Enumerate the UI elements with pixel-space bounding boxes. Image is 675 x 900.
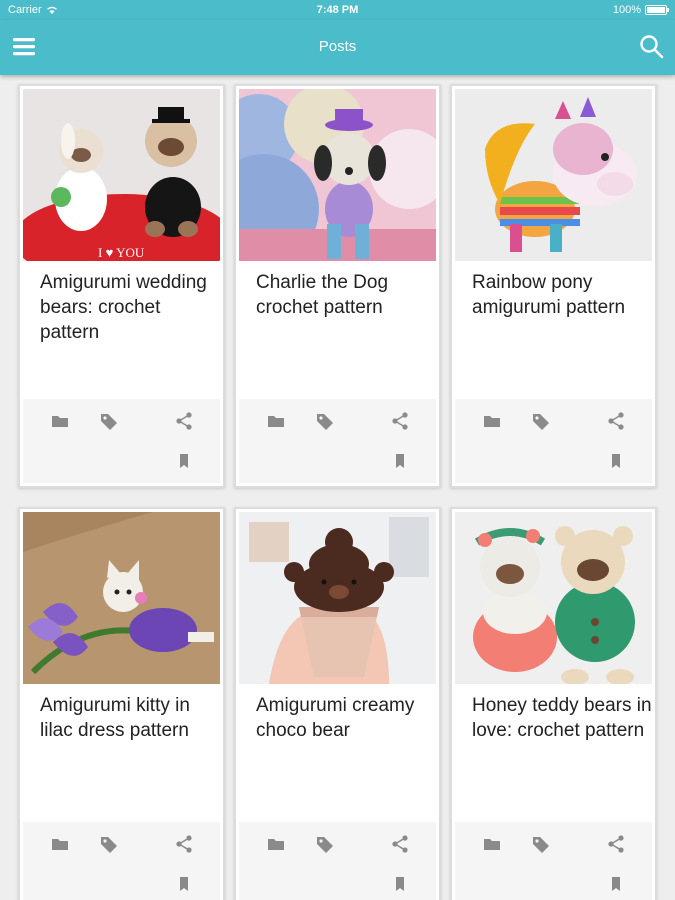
search-button[interactable] bbox=[637, 32, 667, 62]
post-title[interactable]: Rainbow pony amigurumi pattern bbox=[472, 270, 652, 320]
app-bar: Posts bbox=[0, 20, 675, 75]
card-actions bbox=[23, 399, 220, 483]
post-card[interactable]: Charlie the Dog crochet pattern bbox=[234, 84, 441, 488]
bookmark-icon[interactable] bbox=[174, 874, 194, 894]
post-title[interactable]: Amigurumi kitty in lilac dress pattern bbox=[40, 693, 220, 743]
status-bar: Carrier 7:48 PM 100% bbox=[0, 0, 675, 20]
card-actions bbox=[455, 399, 652, 483]
post-image-choco-bear[interactable] bbox=[239, 512, 436, 684]
page-title: Posts bbox=[318, 38, 357, 55]
bookmark-icon[interactable] bbox=[174, 451, 194, 471]
card-actions bbox=[239, 399, 436, 483]
share-icon[interactable] bbox=[606, 411, 626, 431]
card-actions bbox=[23, 822, 220, 900]
post-title[interactable]: Charlie the Dog crochet pattern bbox=[256, 270, 436, 320]
card-actions bbox=[455, 822, 652, 900]
bookmark-icon[interactable] bbox=[390, 451, 410, 471]
bookmark-icon[interactable] bbox=[606, 451, 626, 471]
share-icon[interactable] bbox=[390, 834, 410, 854]
share-icon[interactable] bbox=[390, 411, 410, 431]
post-card[interactable]: Honey teddy bears in love: crochet patte… bbox=[450, 507, 657, 900]
post-card[interactable]: I ♥ YOU Amigurumi wedding bears: crochet… bbox=[18, 84, 225, 488]
folder-icon[interactable] bbox=[50, 834, 70, 854]
post-image-honey-teddy-bears[interactable] bbox=[455, 512, 652, 684]
tag-icon[interactable] bbox=[99, 411, 119, 431]
share-icon[interactable] bbox=[174, 411, 194, 431]
folder-icon[interactable] bbox=[266, 411, 286, 431]
card-actions bbox=[239, 822, 436, 900]
post-card[interactable]: Amigurumi creamy choco bear bbox=[234, 507, 441, 900]
share-icon[interactable] bbox=[174, 834, 194, 854]
post-title[interactable]: Amigurumi wedding bears: crochet pattern bbox=[40, 270, 220, 345]
battery-icon bbox=[645, 5, 669, 15]
tag-icon[interactable] bbox=[531, 834, 551, 854]
folder-icon[interactable] bbox=[266, 834, 286, 854]
tag-icon[interactable] bbox=[531, 411, 551, 431]
post-title[interactable]: Honey teddy bears in love: crochet patte… bbox=[472, 693, 652, 743]
post-image-crochet-dog[interactable] bbox=[239, 89, 436, 261]
post-image-kitty-lilac-dress[interactable] bbox=[23, 512, 220, 684]
bookmark-icon[interactable] bbox=[390, 874, 410, 894]
post-card[interactable]: Amigurumi kitty in lilac dress pattern bbox=[18, 507, 225, 900]
tag-icon[interactable] bbox=[315, 411, 335, 431]
post-image-rainbow-pony[interactable] bbox=[455, 89, 652, 261]
post-title[interactable]: Amigurumi creamy choco bear bbox=[256, 693, 436, 743]
bookmark-icon[interactable] bbox=[606, 874, 626, 894]
svg-text:I ♥ YOU: I ♥ YOU bbox=[98, 245, 145, 260]
status-time: 7:48 PM bbox=[316, 4, 359, 16]
post-image-wedding-bears[interactable]: I ♥ YOU bbox=[23, 89, 220, 261]
battery-percent: 100% bbox=[612, 4, 641, 16]
status-battery: 100% bbox=[612, 4, 669, 16]
folder-icon[interactable] bbox=[50, 411, 70, 431]
share-icon[interactable] bbox=[606, 834, 626, 854]
folder-icon[interactable] bbox=[482, 411, 502, 431]
tag-icon[interactable] bbox=[99, 834, 119, 854]
folder-icon[interactable] bbox=[482, 834, 502, 854]
post-card[interactable]: Rainbow pony amigurumi pattern bbox=[450, 84, 657, 488]
search-icon bbox=[640, 35, 664, 59]
tag-icon[interactable] bbox=[315, 834, 335, 854]
